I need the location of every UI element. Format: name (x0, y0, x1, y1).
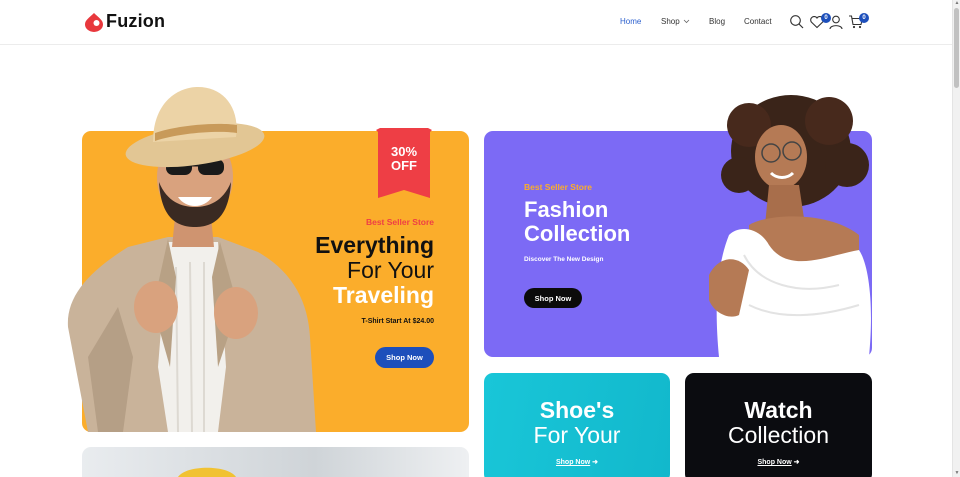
wishlist-button[interactable]: 0 (809, 13, 831, 32)
logo[interactable]: Fuzion (84, 11, 165, 32)
cart-button[interactable]: 0 (848, 13, 869, 32)
hero-left-title-2: For Your (347, 257, 434, 283)
scroll-down-icon[interactable]: ▼ (954, 470, 960, 476)
hero-left-title-3: Traveling (333, 282, 434, 308)
model-man-image (67, 87, 316, 432)
hero-right-subtitle: Discover The New Design (524, 256, 604, 263)
scroll-up-icon[interactable]: ▲ (954, 0, 960, 6)
scrollbar-thumb[interactable] (954, 8, 959, 88)
discount-badge: 30% OFF (376, 145, 432, 173)
hero-left-shop-button[interactable]: Shop Now (375, 347, 434, 368)
search-icon[interactable] (789, 14, 805, 30)
discount-label: OFF (391, 158, 417, 173)
promo-shoes-link[interactable]: Shop Now ➜ (484, 458, 670, 466)
hero-right-title-1: Fashion (524, 197, 609, 222)
ski-goggles-image (178, 467, 236, 477)
nav-contact[interactable]: Contact (744, 17, 772, 26)
model-woman-image (709, 95, 871, 357)
nav-blog[interactable]: Blog (709, 17, 725, 26)
hero-right-eyebrow: Best Seller Store (524, 182, 593, 192)
promo-watch-link-label: Shop Now (757, 459, 792, 466)
promo-shoes-title-2: For Your (533, 422, 621, 448)
hero-left-text: Best Seller Store Everything For Your Tr… (315, 217, 434, 325)
site-header: Fuzion Home Shop Blog Contact 0 0 (0, 0, 952, 45)
promo-watch[interactable]: Watch Collection Shop Now ➜ (685, 373, 872, 477)
hero-left-subtitle: T-Shirt Start At $24.00 (361, 318, 435, 325)
hero-right-title-2: Collection (524, 221, 631, 246)
chevron-down-icon (683, 20, 690, 24)
promo-shoes[interactable]: Shoe's For Your Shop Now ➜ (484, 373, 670, 477)
promo-watch-title-2: Collection (728, 422, 829, 448)
discount-percent: 30% (390, 144, 418, 159)
promo-shoes-title-1: Shoe's (539, 397, 615, 423)
promo-shoes-link-label: Shop Now (555, 459, 591, 466)
page: Fuzion Home Shop Blog Contact 0 0 30% OF… (0, 0, 960, 477)
hero-left-eyebrow: Best Seller Store (365, 217, 434, 227)
brand-name: Fuzion (106, 11, 166, 31)
user-icon[interactable] (828, 14, 844, 30)
promo-watch-title-1: Watch (744, 397, 813, 423)
hero-left-title-1: Everything (315, 232, 434, 258)
cart-count-badge: 0 (859, 13, 869, 23)
hero-banner-traveling[interactable]: 30% OFF Best Seller Store Everything For… (67, 87, 469, 432)
arrow-right-icon: ➜ (793, 459, 800, 466)
logo-icon (85, 12, 103, 32)
page-scrollbar[interactable]: ▲ ▼ (952, 0, 960, 477)
promo-winter-banner[interactable] (82, 447, 469, 477)
arrow-right-icon: ➜ (592, 459, 599, 466)
promo-watch-link[interactable]: Shop Now ➜ (685, 458, 872, 466)
hero-banner-fashion[interactable]: Best Seller Store Fashion Collection Dis… (484, 95, 872, 357)
nav-shop-label: Shop (661, 17, 680, 26)
hero-right-shop-button[interactable]: Shop Now (524, 288, 582, 308)
nav-shop[interactable]: Shop (661, 17, 690, 26)
hero-right-text: Best Seller Store Fashion Collection Dis… (524, 182, 630, 263)
nav-home[interactable]: Home (620, 17, 641, 26)
